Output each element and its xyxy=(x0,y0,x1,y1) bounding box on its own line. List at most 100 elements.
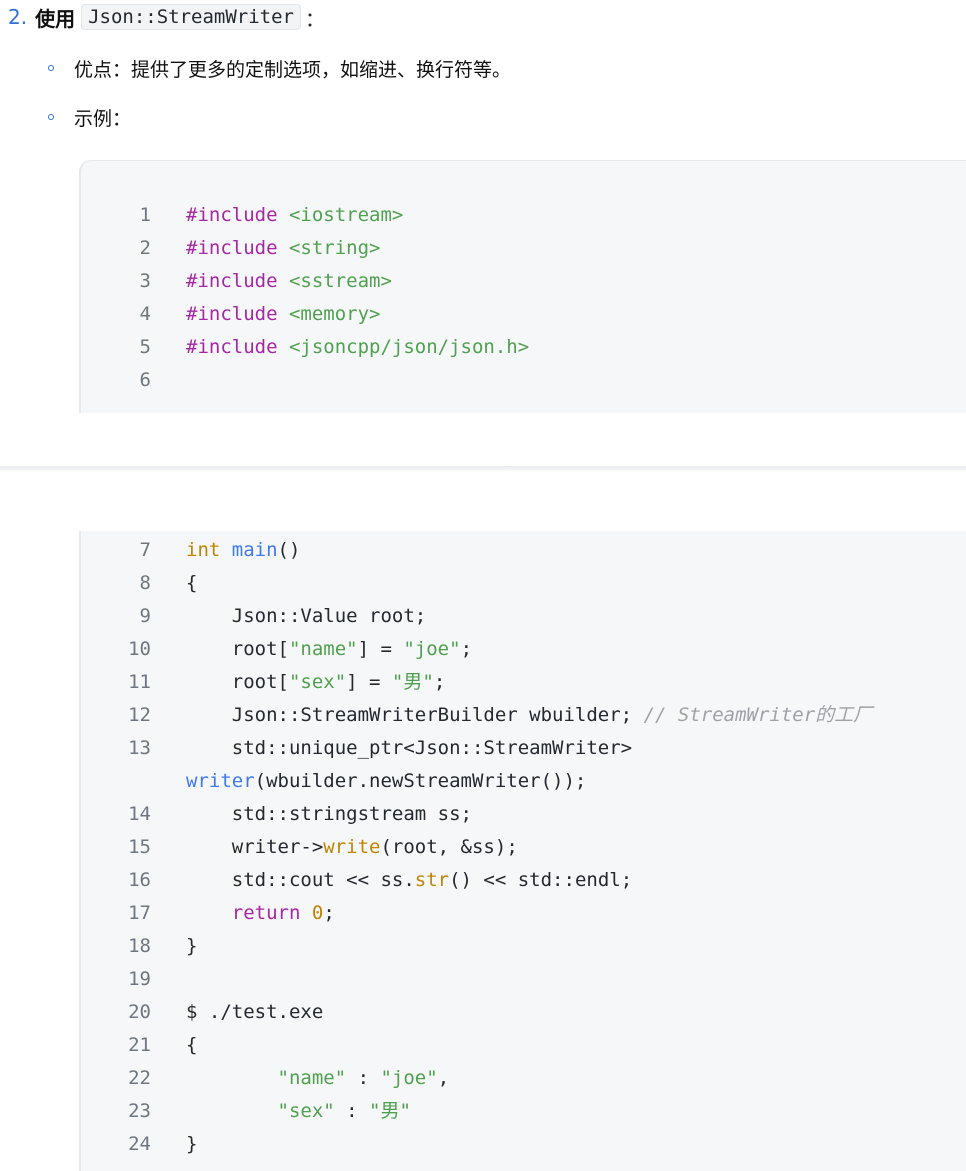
bullet-circle-icon xyxy=(48,65,54,71)
bullet-example: 示例： xyxy=(48,100,131,134)
code-token: <string> xyxy=(288,237,381,259)
code-token: } xyxy=(186,935,198,957)
code-text: return 0; xyxy=(186,897,335,930)
code-token: return xyxy=(231,902,301,924)
code-token: () << std::endl; xyxy=(449,869,633,891)
code-token: , xyxy=(437,1067,450,1089)
code-token: Json::Value root; xyxy=(186,605,427,627)
line-number: 5 xyxy=(139,336,151,358)
code-text: writer(wbuilder.newStreamWriter()); xyxy=(186,765,586,798)
code-token: <memory> xyxy=(288,303,381,325)
code-token: #include xyxy=(186,204,289,226)
line-number: 18 xyxy=(128,935,151,957)
code-text: #include <iostream> xyxy=(186,199,403,232)
code-text: #include <memory> xyxy=(186,298,380,331)
code-token: ; xyxy=(460,638,473,660)
code-text: writer->write(root, &ss); xyxy=(186,831,518,864)
line-number: 11 xyxy=(128,671,151,693)
code-token: { xyxy=(186,1034,198,1056)
code-text: { xyxy=(186,1029,197,1062)
heading-label: 使用 xyxy=(35,6,76,31)
bullet-text: 示例： xyxy=(74,107,132,130)
code-token: "name" xyxy=(288,638,358,660)
line-number: 10 xyxy=(128,638,151,660)
code-token: : xyxy=(346,1067,381,1089)
code-token: } xyxy=(186,1133,198,1155)
code-token: int xyxy=(186,539,221,561)
line-number: 22 xyxy=(128,1067,151,1089)
code-token: <sstream> xyxy=(288,270,392,292)
code-text: #include <jsoncpp/json/json.h> xyxy=(186,331,529,364)
code-token: root[ xyxy=(186,638,289,660)
code-token: { xyxy=(186,572,198,594)
line-number: 16 xyxy=(128,869,151,891)
code-text: } xyxy=(186,930,197,963)
code-token: : xyxy=(334,1100,370,1122)
code-token: "name" xyxy=(277,1067,347,1089)
line-number: 8 xyxy=(139,572,151,594)
bullet-text: 优点：提供了更多的定制选项，如缩进、换行符等。 xyxy=(74,58,512,81)
line-number: 3 xyxy=(139,270,151,292)
code-token: main xyxy=(231,539,278,561)
code-token: root[ xyxy=(186,671,289,693)
section-heading: 2. 使用 Json::StreamWriter ： xyxy=(8,0,325,34)
line-number: 21 xyxy=(128,1034,151,1056)
inline-code: Json::StreamWriter xyxy=(81,4,301,30)
line-number: 15 xyxy=(128,836,151,858)
code-text: Json::Value root; xyxy=(186,600,426,633)
code-block-top[interactable]: 1 #include <iostream> 2 #include <string> 3 #… xyxy=(79,160,966,413)
code-text: root["sex"] = "男"; xyxy=(186,666,446,699)
code-text: root["name"] = "joe"; xyxy=(186,633,472,666)
code-token: <iostream> xyxy=(288,204,404,226)
code-token: () xyxy=(277,539,301,561)
code-token: "joe" xyxy=(380,1067,438,1089)
code-token: ] = xyxy=(357,638,404,660)
heading-colon: ： xyxy=(305,6,325,31)
code-token: Json::StreamWriterBuilder wbuilder; xyxy=(186,704,644,726)
code-text: std::unique_ptr<Json::StreamWriter> xyxy=(186,732,632,765)
line-number: 1 xyxy=(139,204,151,226)
code-token: #include xyxy=(186,303,289,325)
line-number: 23 xyxy=(128,1100,151,1122)
code-token: #include xyxy=(186,336,289,358)
line-number: 2 xyxy=(139,237,151,259)
code-token: std::cout << ss. xyxy=(186,869,415,891)
line-number: 7 xyxy=(139,539,151,561)
code-token: "joe" xyxy=(403,638,461,660)
list-number: 2. xyxy=(8,5,28,29)
code-text: "sex" : "男" xyxy=(186,1095,411,1128)
line-number: 20 xyxy=(128,1001,151,1023)
line-number: 6 xyxy=(139,369,151,391)
code-token: <jsoncpp/json/json.h> xyxy=(288,336,530,358)
line-number: 9 xyxy=(139,605,151,627)
code-token: write xyxy=(323,836,381,858)
section-divider xyxy=(0,466,966,471)
code-token: "sex" xyxy=(288,671,347,693)
code-text: { xyxy=(186,567,197,600)
code-text: } xyxy=(186,1128,197,1161)
code-text: $ ./test.exe xyxy=(186,996,323,1029)
code-token: // StreamWriter的工厂 xyxy=(643,704,873,726)
code-token: ] = xyxy=(346,671,392,693)
bullet-advantages: 优点：提供了更多的定制选项，如缩进、换行符等。 xyxy=(48,51,511,85)
code-token: "男" xyxy=(391,671,434,693)
code-token: ; xyxy=(323,902,335,924)
code-token: writer-> xyxy=(186,836,324,858)
code-token: writer xyxy=(186,770,255,792)
code-token: $ ./test.exe xyxy=(186,1001,324,1023)
line-number: 19 xyxy=(128,968,151,990)
code-text: std::stringstream ss; xyxy=(186,798,472,831)
code-token: 0 xyxy=(311,902,324,924)
line-number: 17 xyxy=(128,902,151,924)
code-block-bottom[interactable]: 7 int main() 8{9 Json::Value root; 10 root[… xyxy=(79,531,966,1171)
code-token: std::stringstream ss; xyxy=(186,803,472,825)
code-text: Json::StreamWriterBuilder wbuilder; // S… xyxy=(186,699,872,732)
code-token: (wbuilder.newStreamWriter()); xyxy=(254,770,587,792)
line-number: 24 xyxy=(128,1133,151,1155)
line-number: 13 xyxy=(128,737,151,759)
